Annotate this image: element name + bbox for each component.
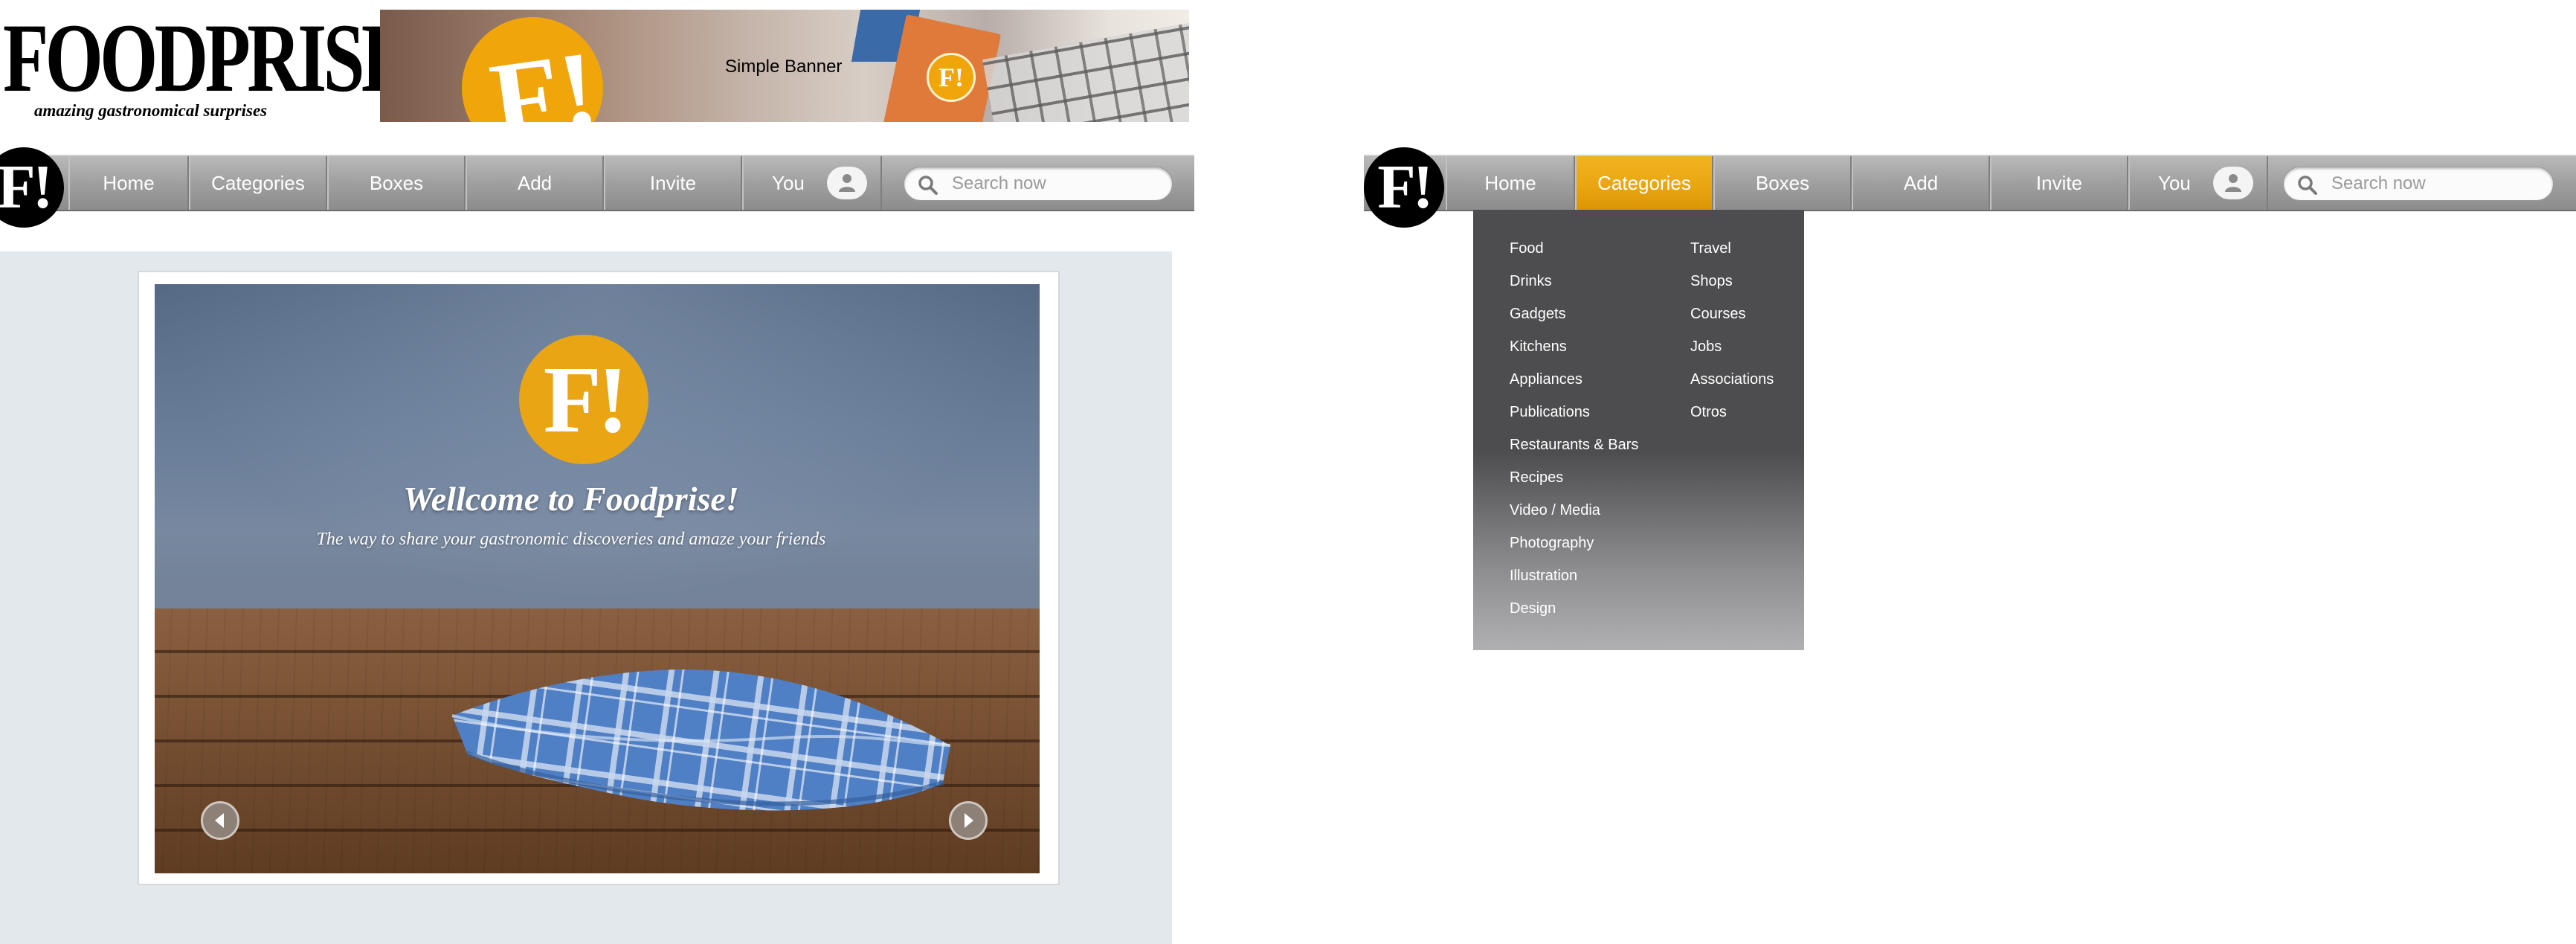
nav-item-invite[interactable]: Invite [1990,156,2128,210]
slide-title: Wellcome to Foodprise! [403,480,739,518]
category-item[interactable]: Courses [1690,298,1774,330]
banner-keyboard-image-rows [982,21,1189,122]
main-navigation-bar: F! Home Categories Boxes Add Invite You [0,147,1194,228]
napkin-image [451,670,951,811]
nav-item-add[interactable]: Add [466,156,604,210]
nav-item-invite[interactable]: Invite [604,156,742,210]
slide-subtitle: The way to share your gastronomic discov… [316,530,826,549]
category-item[interactable]: Restaurants & Bars [1510,428,1638,461]
category-item[interactable]: Illustration [1510,559,1638,592]
categories-column-1: Food Drinks Gadgets Kitchens Appliances … [1510,232,1638,625]
category-item[interactable]: Drinks [1510,265,1638,298]
category-item[interactable]: Appliances [1510,363,1638,396]
category-item[interactable]: Jobs [1690,330,1774,363]
category-item[interactable]: Design [1510,592,1638,625]
search-input[interactable] [952,172,1160,196]
brand-tagline: amazing gastronomical surprises [34,101,268,120]
search-input[interactable] [2331,172,2541,196]
brand-wordmark: FOODPRISE! [3,3,433,112]
brand-logo[interactable]: FOODPRISE! amazing gastronomical surpris… [3,3,433,125]
nav-item-you-label: You [772,172,805,194]
slide-logo-icon: F! [519,335,648,464]
category-item[interactable]: Publications [1510,396,1638,428]
category-item[interactable]: Shops [1690,265,1774,298]
nav-item-you[interactable]: You [2128,156,2268,210]
slider-next-button[interactable] [949,801,988,840]
hero-slide: F! Wellcome to Foodprise! The way to sha… [155,284,1040,873]
nav-logo-icon[interactable]: F! [1364,147,1444,228]
ad-banner[interactable]: F! F! Simple Banner [380,10,1189,122]
search-field[interactable] [904,167,1173,201]
nav-logo-icon[interactable]: F! [0,147,64,228]
banner-label: Simple Banner [725,57,843,77]
nav-item-categories-active[interactable]: Categories [1575,156,1713,210]
category-item[interactable]: Otros [1690,396,1774,428]
category-item[interactable]: Travel [1690,232,1774,265]
category-item[interactable]: Video / Media [1510,494,1638,527]
nav-item-categories[interactable]: Categories [189,156,327,210]
search-icon [2298,176,2317,195]
search-field[interactable] [2283,167,2554,201]
nav-item-you[interactable]: You [742,156,882,210]
chevron-right-icon [965,813,973,828]
category-item[interactable]: Associations [1690,363,1774,396]
category-item[interactable]: Kitchens [1510,330,1638,363]
main-navigation-bar-expanded: F! Home Categories Boxes Add Invite You [1364,147,2576,228]
nav-item-boxes[interactable]: Boxes [327,156,466,210]
categories-column-2: Travel Shops Courses Jobs Associations O… [1690,232,1774,428]
nav-item-boxes[interactable]: Boxes [1713,156,1852,210]
nav-item-add[interactable]: Add [1852,156,1990,210]
nav-item-you-label: You [2158,172,2191,194]
category-item[interactable]: Food [1510,232,1638,265]
nav-item-home[interactable]: Home [68,156,189,210]
banner-card-logo: F! [927,53,976,102]
user-icon[interactable] [827,167,867,199]
category-item[interactable]: Gadgets [1510,298,1638,330]
user-icon[interactable] [2213,167,2253,199]
chevron-left-icon [215,813,224,828]
categories-dropdown-menu: Food Drinks Gadgets Kitchens Appliances … [1473,210,1804,650]
slider-prev-button[interactable] [201,801,239,840]
banner-logo-mark: F! [483,27,605,122]
search-icon [918,176,938,195]
nav-item-home[interactable]: Home [1446,156,1575,210]
category-item[interactable]: Recipes [1510,461,1638,494]
category-item[interactable]: Photography [1510,527,1638,559]
